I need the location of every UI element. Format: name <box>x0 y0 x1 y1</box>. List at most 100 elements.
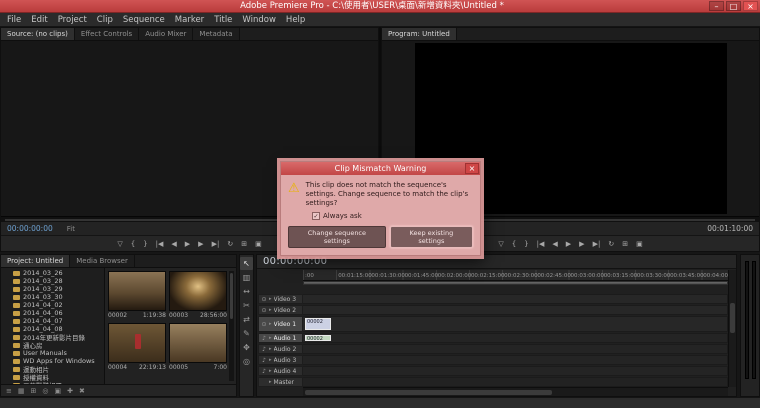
source-zoom-select[interactable]: Fit <box>67 225 75 233</box>
track-expand-icon[interactable]: ▸ <box>269 296 272 302</box>
zoom-tool[interactable]: ◎ <box>240 355 253 368</box>
track-toggle-icon[interactable]: ⊙ <box>261 296 267 303</box>
add-marker-button[interactable]: ▽ <box>117 236 122 252</box>
automate-to-sequence-icon[interactable]: ⊞ <box>31 385 37 397</box>
monitor-tab[interactable]: Program: Untitled <box>382 28 457 40</box>
selection-tool[interactable]: ↖ <box>240 257 253 270</box>
hand-tool[interactable]: ✥ <box>240 341 253 354</box>
loop-button[interactable]: ↻ <box>227 236 233 252</box>
track-expand-icon[interactable]: ▸ <box>269 368 272 374</box>
ripple-edit-tool[interactable]: ↔ <box>240 285 253 298</box>
razor-tool[interactable]: ✂ <box>240 299 253 312</box>
play-button[interactable]: ▶ <box>185 236 190 252</box>
list-view-icon[interactable]: ≡ <box>6 385 12 397</box>
always-ask-checkbox[interactable]: ✓ <box>312 212 320 220</box>
step-forward-button[interactable]: ▶ <box>579 236 584 252</box>
export-frame-button[interactable]: ▣ <box>636 236 643 252</box>
pen-tool[interactable]: ✎ <box>240 327 253 340</box>
track-expand-icon[interactable]: ▸ <box>269 357 272 363</box>
new-bin-icon[interactable]: ▣ <box>54 385 61 397</box>
play-button[interactable]: ▶ <box>566 236 571 252</box>
tree-item[interactable]: 2014_03_28 <box>1 277 104 285</box>
clip-item[interactable]: 00005 7:00 <box>169 323 227 372</box>
tree-item[interactable]: 2014_04_02 <box>1 301 104 309</box>
panel-tab[interactable]: Project: Untitled <box>1 255 70 267</box>
go-to-out-button[interactable]: ▶| <box>593 236 601 252</box>
tree-item[interactable]: 2014年更新影片目錄 <box>1 333 104 341</box>
work-area-bar[interactable] <box>303 281 728 285</box>
menu-item[interactable]: File <box>2 13 26 27</box>
close-button[interactable]: × <box>743 1 758 11</box>
timeline-timecode[interactable]: 00:00:00:00 <box>263 256 327 267</box>
track-toggle-icon[interactable]: ♪ <box>261 357 267 364</box>
go-to-in-button[interactable]: |◀ <box>156 236 164 252</box>
monitor-tab[interactable]: Effect Controls <box>75 28 139 40</box>
menu-item[interactable]: Title <box>209 13 237 27</box>
track-expand-icon[interactable]: ▸ <box>269 346 272 352</box>
monitor-tab[interactable]: Metadata <box>193 28 239 40</box>
dialog-titlebar[interactable]: Clip Mismatch Warning × <box>281 162 480 175</box>
tree-item[interactable]: 2014_04_06 <box>1 309 104 317</box>
dialog-close-icon[interactable]: × <box>465 163 479 174</box>
tree-item[interactable]: 2014_03_30 <box>1 293 104 301</box>
track-expand-icon[interactable]: ▸ <box>269 335 272 341</box>
slip-tool[interactable]: ⇄ <box>240 313 253 326</box>
clip-item[interactable]: 00004 22:19:13 <box>108 323 166 372</box>
go-to-out-button[interactable]: ▶| <box>212 236 220 252</box>
new-item-icon[interactable]: ✚ <box>67 385 73 397</box>
tree-item[interactable]: 2014_03_29 <box>1 285 104 293</box>
mark-out-button[interactable]: } <box>524 236 528 252</box>
timeline-horizontal-scrollbar[interactable] <box>303 387 728 396</box>
menu-item[interactable]: Window <box>237 13 281 27</box>
tree-item[interactable]: 2014_03_26 <box>1 269 104 277</box>
clip-item[interactable]: 00002 1:19:38 <box>108 271 166 320</box>
safe-margins-button[interactable]: ⊞ <box>241 236 247 252</box>
track-expand-icon[interactable]: ▸ <box>269 307 272 313</box>
menu-item[interactable]: Project <box>53 13 92 27</box>
step-back-button[interactable]: ◀ <box>171 236 176 252</box>
mark-in-button[interactable]: { <box>512 236 516 252</box>
clips-scrollbar[interactable] <box>229 271 234 381</box>
go-to-in-button[interactable]: |◀ <box>537 236 545 252</box>
loop-button[interactable]: ↻ <box>608 236 614 252</box>
track-header[interactable]: ▸ Master <box>258 377 303 387</box>
safe-margins-button[interactable]: ⊞ <box>622 236 628 252</box>
panel-tab[interactable]: Media Browser <box>70 255 135 267</box>
track-toggle-icon[interactable]: ⊙ <box>261 321 267 328</box>
timeline-clip[interactable]: 00002 <box>305 318 331 330</box>
menu-item[interactable]: Help <box>281 13 310 27</box>
window-titlebar[interactable]: Adobe Premiere Pro - C:\使用者\USER\桌面\新增資料… <box>0 0 760 13</box>
menu-item[interactable]: Edit <box>26 13 52 27</box>
track-toggle-icon[interactable]: ♪ <box>261 368 267 375</box>
change-sequence-settings-button[interactable]: Change sequence settings <box>288 226 386 248</box>
track-toggle-icon[interactable]: ♪ <box>261 335 267 342</box>
track-header[interactable]: ⊙ ▸ Video 1 <box>258 316 303 332</box>
step-back-button[interactable]: ◀ <box>552 236 557 252</box>
keep-existing-settings-button[interactable]: Keep existing settings <box>390 226 473 248</box>
tree-item[interactable]: 2014_04_08 <box>1 325 104 333</box>
find-icon[interactable]: ◎ <box>42 385 48 397</box>
menu-item[interactable]: Marker <box>170 13 209 27</box>
minimize-button[interactable]: – <box>709 1 724 11</box>
track-header[interactable]: ♪ ▸ Audio 4 <box>258 366 303 376</box>
menu-item[interactable]: Sequence <box>118 13 170 27</box>
track-toggle-icon[interactable]: ⊙ <box>261 307 267 314</box>
monitor-tab[interactable]: Source: (no clips) <box>1 28 75 40</box>
tree-item[interactable]: User Manuals <box>1 349 104 357</box>
track-header[interactable]: ♪ ▸ Audio 1 <box>258 333 303 343</box>
delete-icon[interactable]: ✖ <box>79 385 85 397</box>
source-current-timecode[interactable]: 00:00:00:00 <box>7 224 53 233</box>
timeline-vertical-scrollbar[interactable] <box>728 270 736 387</box>
track-header[interactable]: ♪ ▸ Audio 2 <box>258 344 303 354</box>
track-expand-icon[interactable]: ▸ <box>269 379 272 385</box>
monitor-tab[interactable]: Audio Mixer <box>139 28 193 40</box>
timeline-clip[interactable]: 00002 <box>305 335 331 341</box>
clip-item[interactable]: 00003 28:56:00 <box>169 271 227 320</box>
icon-view-icon[interactable]: ▦ <box>18 385 25 397</box>
menu-item[interactable]: Clip <box>92 13 118 27</box>
tree-item[interactable]: WD Apps for Windows <box>1 357 104 365</box>
tree-item[interactable]: 2014_04_07 <box>1 317 104 325</box>
mark-in-button[interactable]: { <box>131 236 135 252</box>
track-expand-icon[interactable]: ▸ <box>269 321 272 327</box>
track-toggle-icon[interactable]: ♪ <box>261 346 267 353</box>
